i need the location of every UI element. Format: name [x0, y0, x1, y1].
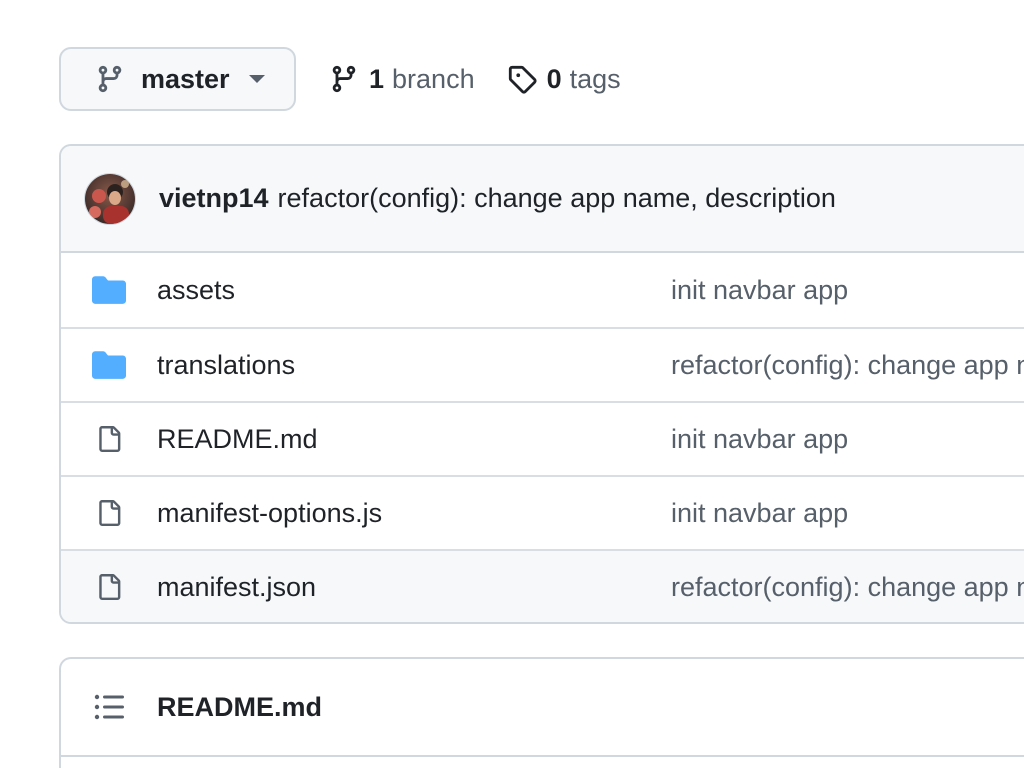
- caret-down-icon: [248, 73, 266, 85]
- git-branch-icon: [95, 64, 125, 94]
- commit-message[interactable]: refactor(config): change app name, descr…: [278, 183, 836, 214]
- readme-header: README.md: [61, 659, 1024, 757]
- commit-author[interactable]: vietnp14: [159, 183, 269, 214]
- file-commit-message[interactable]: refactor(config): change app name, descr…: [671, 350, 1024, 381]
- folder-icon: [92, 350, 126, 380]
- repo-code-page: master 1 branch 0 tags vietnp14 refactor…: [0, 0, 1024, 768]
- file-row[interactable]: README.md init navbar app: [61, 401, 1024, 475]
- list-icon[interactable]: [94, 694, 124, 720]
- file-name[interactable]: README.md: [157, 424, 318, 455]
- branch-count: 1: [369, 63, 385, 94]
- tags-word: tags: [569, 63, 621, 94]
- current-branch-label: master: [141, 63, 230, 94]
- file-list: assets init navbar app translations refa…: [61, 253, 1024, 622]
- file-name[interactable]: manifest-options.js: [157, 498, 382, 529]
- file-row[interactable]: manifest.json refactor(config): change a…: [61, 549, 1024, 622]
- folder-icon: [92, 275, 126, 305]
- file-row[interactable]: assets init navbar app: [61, 253, 1024, 327]
- file-row[interactable]: translations refactor(config): change ap…: [61, 327, 1024, 401]
- file-name[interactable]: translations: [157, 350, 295, 381]
- tag-icon: [507, 64, 537, 94]
- branches-link[interactable]: 1 branch: [329, 64, 475, 95]
- file-icon: [92, 572, 126, 602]
- branch-word: branch: [392, 63, 475, 94]
- file-row[interactable]: manifest-options.js init navbar app: [61, 475, 1024, 549]
- latest-commit-header: vietnp14 refactor(config): change app na…: [61, 146, 1024, 253]
- file-name[interactable]: assets: [157, 275, 235, 306]
- file-browser: vietnp14 refactor(config): change app na…: [59, 144, 1024, 624]
- avatar[interactable]: [84, 172, 136, 225]
- file-icon: [92, 424, 126, 454]
- file-name[interactable]: manifest.json: [157, 572, 316, 603]
- repo-toolbar: master 1 branch 0 tags: [59, 47, 621, 111]
- readme-panel: README.md: [59, 657, 1024, 768]
- file-commit-message[interactable]: init navbar app: [671, 275, 848, 306]
- tags-link[interactable]: 0 tags: [507, 64, 621, 95]
- file-commit-message[interactable]: init navbar app: [671, 424, 848, 455]
- git-branch-icon: [329, 64, 359, 94]
- file-icon: [92, 498, 126, 528]
- branch-selector-button[interactable]: master: [59, 47, 296, 111]
- readme-title: README.md: [157, 691, 323, 722]
- file-commit-message[interactable]: refactor(config): change app name, descr…: [671, 572, 1024, 603]
- file-commit-message[interactable]: init navbar app: [671, 498, 848, 529]
- tag-count: 0: [546, 63, 562, 94]
